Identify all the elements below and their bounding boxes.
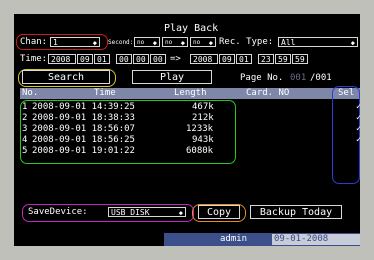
page-label: Page No. [240,73,284,83]
copy-button[interactable]: Copy [198,205,240,219]
header-time: Time [94,88,116,98]
row-length: 212k [192,113,214,123]
records-list: 1 2008-09-01 14:39:25 467k ✓ 2 2008-09-0… [22,102,360,157]
start-month-field[interactable]: 09 [77,54,93,64]
page-current: 001 [290,73,307,83]
table-row[interactable]: 4 2008-09-01 18:56:25 943k ✓ [22,135,360,146]
time-label: Time: [20,54,48,64]
table-row[interactable]: 5 2008-09-01 19:01:22 6080k [22,146,332,157]
page-title: Play Back [164,23,219,34]
table-row[interactable]: 3 2008-09-01 18:56:07 1233k ✓ [22,124,360,135]
second-select-3[interactable]: no [190,37,216,48]
end-month-field[interactable]: 09 [219,54,235,64]
row-no: 2 [22,113,28,123]
end-day-field[interactable]: 01 [236,54,252,64]
header-length: Length [174,88,207,98]
table-row[interactable]: 1 2008-09-01 14:39:25 467k ✓ [22,102,360,113]
row-time: 2008-09-01 18:56:25 [32,135,135,145]
end-hour-field[interactable]: 23 [258,54,274,64]
table-header: No. Time Length Card. NO Sel [20,88,360,99]
start-second-field[interactable]: 00 [150,54,166,64]
row-select-check[interactable]: ✓ [356,135,360,146]
row-length: 6080k [186,146,214,156]
row-no: 4 [22,135,28,145]
end-minute-field[interactable]: 59 [275,54,291,64]
row-select-check[interactable]: ✓ [356,124,360,135]
start-hour-field[interactable]: 00 [116,54,132,64]
backup-today-button[interactable]: Backup Today [250,205,342,219]
playback-screen: Play Back Chan: 1 Second: no no no Rec. … [14,14,360,246]
row-length: 1233k [186,124,214,134]
status-user: admin [220,234,248,244]
header-no: No. [22,88,39,98]
savedevice-label: SaveDevice: [28,207,88,217]
row-time: 2008-09-01 19:01:22 [32,146,135,156]
rec-type-select[interactable]: All [278,37,358,48]
row-no: 3 [22,124,28,134]
start-minute-field[interactable]: 00 [133,54,149,64]
chan-label: Chan: [20,37,48,47]
row-no: 1 [22,102,28,112]
savedevice-select[interactable]: USB DISK [108,207,186,218]
second-select-2[interactable]: no [162,37,188,48]
row-no: 5 [22,146,28,156]
second-select-1[interactable]: no [134,37,160,48]
play-button[interactable]: Play [132,70,212,84]
end-second-field[interactable]: 59 [292,54,308,64]
range-arrow: => [170,54,181,64]
rec-type-label: Rec. Type: [219,37,274,47]
row-length: 467k [192,102,214,112]
start-year-field[interactable]: 2008 [48,54,76,64]
header-card: Card. NO [246,88,290,98]
row-select-check[interactable]: ✓ [356,113,360,124]
page-total: /001 [310,73,332,83]
row-select-check[interactable]: ✓ [356,102,360,113]
end-year-field[interactable]: 2008 [190,54,218,64]
chan-select[interactable]: 1 [50,37,100,48]
status-datetime: 09-01-2008 20:24:35 [272,234,360,246]
second-label: Second: [108,39,134,46]
row-time: 2008-09-01 18:56:07 [32,124,135,134]
row-time: 2008-09-01 14:39:25 [32,102,135,112]
row-time: 2008-09-01 18:38:33 [32,113,135,123]
table-row[interactable]: 2 2008-09-01 18:38:33 212k ✓ [22,113,360,124]
row-length: 943k [192,135,214,145]
start-day-field[interactable]: 01 [94,54,110,64]
search-button[interactable]: Search [22,70,110,84]
